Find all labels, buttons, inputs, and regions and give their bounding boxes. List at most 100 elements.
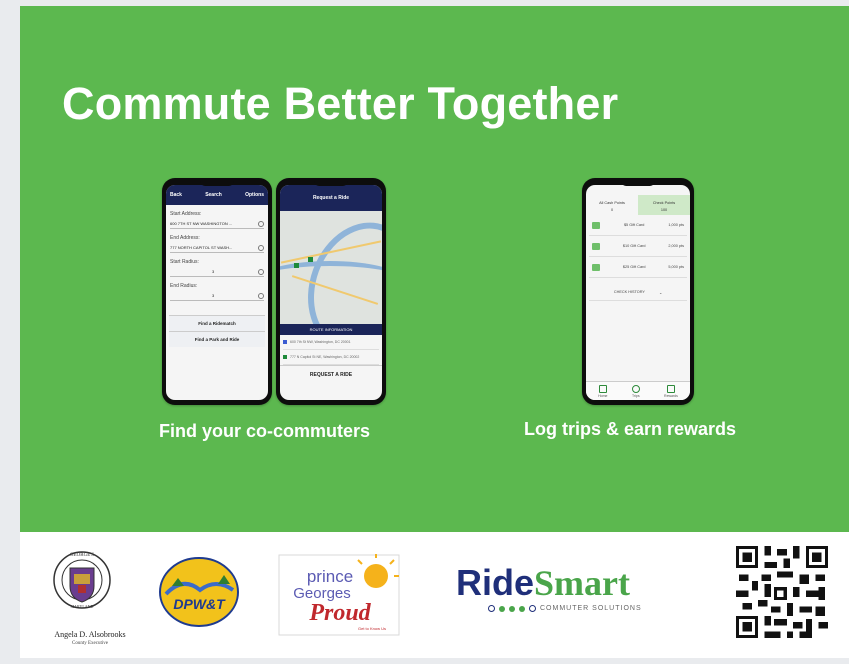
prince-georges-proud-logo: prince Georges Proud Get to Know Us: [278, 554, 400, 636]
clock-icon: [631, 384, 640, 393]
back-button[interactable]: Back: [170, 192, 182, 198]
start-radius-field[interactable]: 3: [170, 267, 264, 277]
reward-name: $25 Gift Card: [622, 265, 646, 269]
nav-home[interactable]: Home: [598, 384, 608, 398]
tab-check-points[interactable]: Check Points 100: [638, 195, 690, 215]
reward-name: $10 Gift Card: [622, 244, 646, 248]
rewards-screen: All Cash Points 0 Check Points 100 $5 Gift…: [586, 185, 690, 400]
ridesmart-tagline: COMMUTER SOLUTIONS: [488, 605, 642, 612]
logo-strip: GEORGE'S MARYLAND Angela D. Alsobrooks C…: [20, 532, 849, 658]
reward-row[interactable]: $25 Gift Card 5,000 pts: [589, 257, 687, 278]
map-screen: Request a Ride ROUTE INFORMATION 600 7th…: [280, 185, 382, 400]
nav-rewards-label: Rewards: [664, 393, 678, 398]
request-ride-title: Request a Ride: [312, 195, 350, 201]
bottom-nav: Home Trips Rewards: [586, 381, 690, 400]
end-address-label: End Address:: [170, 235, 200, 241]
request-ride-button[interactable]: REQUEST A RIDE: [280, 365, 382, 384]
reward-points: 5,000 pts: [668, 265, 684, 269]
rewards-tabs: All Cash Points 0 Check Points 100: [586, 195, 690, 215]
start-radius-label: Start Radius:: [170, 259, 199, 265]
phone-rewards-mockup: All Cash Points 0 Check Points 100 $5 Gift…: [582, 178, 694, 405]
clear-icon[interactable]: [258, 220, 264, 227]
headline: Commute Better Together: [62, 78, 619, 129]
end-marker-icon: [283, 355, 287, 359]
gift-card-icon: [592, 242, 600, 250]
hero-section: Commute Better Together Back Search Opti…: [20, 6, 849, 532]
phone-search-mockup: Back Search Options Start Address: 600 7…: [162, 178, 272, 405]
end-address-value: 777 NORTH CAPITOL ST WASH...: [170, 245, 233, 250]
tab-all-cash-points[interactable]: All Cash Points 0: [586, 195, 638, 215]
svg-text:prince: prince: [307, 567, 353, 586]
nav-trips[interactable]: Trips: [631, 384, 640, 398]
rewards-icon: [666, 384, 675, 393]
start-address-field[interactable]: 600 7TH ST NW WASHINGTON ...: [170, 219, 264, 229]
nav-rewards[interactable]: Rewards: [664, 384, 678, 398]
tab-value: 100: [660, 208, 668, 212]
check-history-label: CHECK HISTORY: [613, 290, 645, 294]
svg-text:Get to Know Us: Get to Know Us: [358, 626, 386, 631]
options-button[interactable]: Options: [245, 192, 264, 198]
reward-points: 1,000 pts: [668, 223, 684, 227]
county-seal-logo: GEORGE'S MARYLAND: [53, 551, 111, 609]
phone-map-mockup: Request a Ride ROUTE INFORMATION 600 7th…: [276, 178, 386, 405]
phone-notch: [200, 181, 234, 186]
reward-points: 2,000 pts: [668, 244, 684, 248]
ridesmart-logo: RideSmart: [456, 562, 630, 604]
route-start-row: 600 7th St NW, Washington, DC 20001: [283, 335, 379, 350]
start-marker-icon: [283, 340, 287, 344]
dpwt-logo: DPW&T: [159, 557, 239, 627]
circle-icon: [529, 605, 536, 612]
reward-row[interactable]: $10 Gift Card 2,000 pts: [589, 236, 687, 257]
find-ridematch-button[interactable]: Find a Ridematch: [169, 315, 265, 331]
reward-row[interactable]: $5 Gift Card 1,000 pts: [589, 215, 687, 236]
dot-icon: [499, 605, 505, 612]
tab-label: All Cash Points: [599, 201, 625, 205]
tab-label: Check Points: [652, 201, 676, 205]
svg-text:MARYLAND: MARYLAND: [71, 604, 94, 609]
county-executive-title: County Executive: [72, 641, 108, 646]
clear-icon[interactable]: [258, 244, 264, 251]
check-history-row[interactable]: CHECK HISTORY ⌄: [589, 284, 687, 301]
svg-text:GEORGE'S: GEORGE'S: [70, 553, 94, 558]
reward-name: $5 Gift Card: [623, 223, 645, 227]
nav-home-label: Home: [598, 393, 608, 398]
caption-find-co-commuters: Find your co-commuters: [159, 421, 371, 441]
gift-card-icon: [592, 221, 600, 229]
ridesmart-tagline-text: COMMUTER SOLUTIONS: [540, 605, 642, 612]
dot-icon: [519, 605, 525, 612]
dropdown-icon[interactable]: [258, 292, 264, 299]
ridesmart-smart-text: Smart: [534, 563, 630, 603]
search-navbar: Back Search Options: [166, 185, 268, 205]
phone-notch: [314, 181, 348, 186]
route-map[interactable]: [280, 211, 382, 324]
ridesmart-ride-text: Ride: [456, 562, 535, 603]
county-executive-name: Angela D. Alsobrooks: [54, 630, 126, 639]
end-pin-icon[interactable]: [308, 257, 313, 262]
dot-icon: [509, 605, 515, 612]
find-park-and-ride-button[interactable]: Find a Park and Ride: [169, 331, 265, 347]
route-start-text: 600 7th St NW, Washington, DC 20001: [290, 340, 351, 344]
dropdown-icon[interactable]: [258, 268, 264, 275]
end-radius-value: 3: [212, 293, 215, 298]
end-radius-field[interactable]: 3: [170, 291, 264, 301]
search-title: Search: [205, 192, 222, 198]
chevron-down-icon: ⌄: [658, 290, 663, 295]
end-address-field[interactable]: 777 NORTH CAPITOL ST WASH...: [170, 243, 264, 253]
end-radius-label: End Radius:: [170, 283, 198, 289]
route-end-row: 777 N Capitol St NE, Washington, DC 2000…: [283, 350, 379, 365]
start-radius-value: 3: [212, 269, 215, 274]
search-screen: Back Search Options Start Address: 600 7…: [166, 185, 268, 400]
phone-notch: [621, 181, 655, 186]
svg-text:Proud: Proud: [308, 600, 371, 626]
qr-code[interactable]: [736, 546, 828, 638]
start-pin-icon[interactable]: [294, 263, 299, 268]
svg-text:DPW&T: DPW&T: [173, 596, 226, 612]
start-address-label: Start Address:: [170, 211, 202, 217]
start-address-value: 600 7TH ST NW WASHINGTON ...: [170, 221, 233, 226]
gift-card-icon: [592, 263, 600, 271]
map-navbar: Request a Ride: [280, 185, 382, 211]
tab-value: 0: [610, 208, 614, 212]
route-end-text: 777 N Capitol St NE, Washington, DC 2000…: [290, 355, 360, 359]
caption-log-trips: Log trips & earn rewards: [524, 419, 737, 439]
route-information-bar: ROUTE INFORMATION: [280, 324, 382, 335]
